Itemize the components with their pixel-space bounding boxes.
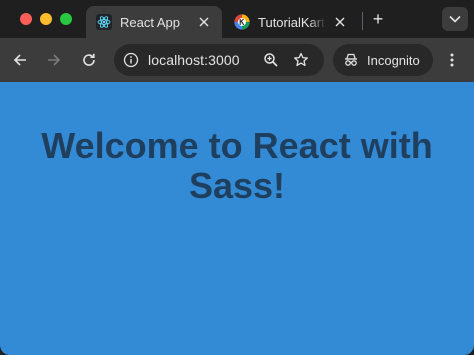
- incognito-button[interactable]: Incognito: [333, 44, 433, 76]
- kebab-menu-icon: [450, 53, 454, 67]
- tab-title: React App: [120, 14, 180, 30]
- arrow-right-icon: [48, 54, 61, 66]
- tab-tutorialkart[interactable]: TutorialKart -: [224, 6, 358, 38]
- tab-title: TutorialKart -: [258, 14, 326, 30]
- incognito-icon: [345, 53, 357, 66]
- browser-toolbar: localhost:3000 Incognito: [0, 38, 474, 82]
- new-tab-button[interactable]: +: [368, 8, 388, 30]
- reload-button[interactable]: [77, 48, 101, 72]
- close-window-button[interactable]: [20, 13, 32, 25]
- page-heading: Welcome to React with Sass!: [41, 125, 433, 206]
- browser-window: React App TutorialKart - + localhost:300…: [0, 0, 474, 355]
- menu-button[interactable]: [444, 48, 460, 72]
- back-button[interactable]: [8, 48, 32, 72]
- reload-icon: [83, 53, 95, 66]
- bookmark-star-icon[interactable]: [293, 52, 309, 68]
- react-icon: [96, 14, 112, 30]
- info-icon[interactable]: [123, 52, 139, 68]
- arrow-left-icon: [13, 54, 26, 66]
- minimize-window-button[interactable]: [40, 13, 52, 25]
- url-text[interactable]: localhost:3000: [148, 52, 240, 68]
- page-viewport: Welcome to React with Sass!: [0, 82, 474, 355]
- zoom-window-button[interactable]: [60, 13, 72, 25]
- tab-react-app[interactable]: React App: [86, 6, 222, 38]
- incognito-label: Incognito: [367, 52, 420, 68]
- tab-divider: [362, 12, 363, 30]
- tutorialkart-icon: [234, 14, 250, 30]
- forward-button[interactable]: [42, 48, 66, 72]
- address-bar[interactable]: localhost:3000: [114, 44, 324, 76]
- tab-search-button[interactable]: [442, 7, 468, 31]
- close-tab-icon[interactable]: [332, 14, 348, 30]
- tab-strip: React App TutorialKart - +: [0, 0, 474, 38]
- chevron-down-icon: [449, 15, 461, 23]
- close-tab-icon[interactable]: [196, 14, 212, 30]
- zoom-icon[interactable]: [263, 52, 279, 68]
